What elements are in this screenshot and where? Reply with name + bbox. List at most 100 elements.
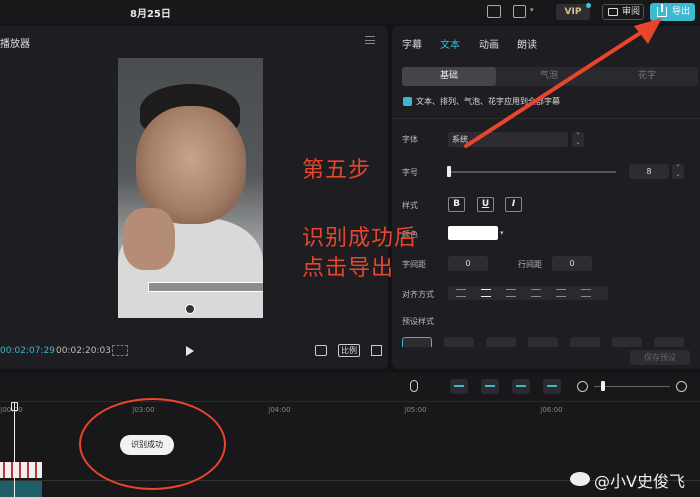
size-stepper-icon[interactable]: ⌃ ⌄ bbox=[672, 164, 684, 179]
notification-dot bbox=[586, 3, 591, 8]
microphone-icon[interactable] bbox=[410, 380, 418, 392]
size-slider-knob[interactable] bbox=[447, 166, 451, 177]
player-title: 播放器 bbox=[0, 39, 30, 50]
size-input[interactable]: 8 bbox=[629, 164, 669, 179]
char-spacing-input[interactable]: 0 bbox=[448, 256, 488, 271]
export-button[interactable]: 导出 bbox=[650, 3, 695, 21]
video-preview[interactable] bbox=[118, 58, 263, 318]
tab-subtitle[interactable]: 字幕 bbox=[402, 36, 422, 51]
tab-text[interactable]: 文本 bbox=[440, 36, 460, 51]
layout-icon[interactable] bbox=[513, 5, 526, 18]
size-slider[interactable] bbox=[448, 171, 616, 173]
underline-button[interactable]: U bbox=[477, 197, 494, 212]
weibo-logo-icon bbox=[570, 472, 590, 486]
font-stepper-icon[interactable]: ⌃ ⌄ bbox=[572, 132, 584, 147]
zoom-out-icon[interactable] bbox=[577, 381, 588, 392]
watermark: @小V史俊飞 bbox=[594, 472, 685, 491]
annotation-ellipse bbox=[79, 398, 226, 490]
chevron-down-icon[interactable]: ▾ bbox=[530, 6, 534, 14]
project-date: 8月25日 bbox=[130, 9, 171, 20]
review-icon bbox=[608, 8, 618, 16]
font-label: 字体 bbox=[402, 135, 418, 144]
export-label: 导出 bbox=[672, 7, 691, 17]
font-value: 系统 bbox=[452, 135, 468, 144]
align-vertical-top-icon[interactable] bbox=[531, 289, 541, 297]
style-label: 样式 bbox=[402, 201, 418, 210]
char-spacing-label: 字间距 bbox=[402, 260, 426, 269]
preset-list bbox=[402, 337, 698, 347]
keyboard-icon[interactable] bbox=[487, 5, 501, 18]
top-bar: 8月25日 ▾ VIP 审阅 导出 bbox=[0, 0, 700, 24]
ruler-tick: |04:00 bbox=[268, 406, 291, 414]
player-panel: 播放器 00:02:07:29 00:02:20:03 比例 bbox=[0, 26, 388, 369]
preview-axis-icon[interactable] bbox=[543, 379, 561, 394]
vip-badge[interactable]: VIP bbox=[556, 4, 590, 20]
annotation-line1: 识别成功后 bbox=[302, 226, 418, 251]
ruler-tick: |05:00 bbox=[404, 406, 427, 414]
app-window: { "topbar": { "date": "8月25日", "vip": "V… bbox=[0, 0, 700, 497]
menu-icon[interactable] bbox=[365, 36, 375, 44]
total-time: 00:02:20:03 bbox=[56, 346, 111, 356]
line-spacing-label: 行间距 bbox=[518, 260, 542, 269]
align-right-icon[interactable] bbox=[506, 289, 516, 297]
align-center-icon[interactable] bbox=[481, 289, 491, 297]
align-vertical-bottom-icon[interactable] bbox=[581, 289, 591, 297]
line-spacing-input[interactable]: 0 bbox=[552, 256, 592, 271]
apply-all-checkbox[interactable] bbox=[403, 97, 412, 106]
segment-basic[interactable]: 基础 bbox=[402, 67, 496, 86]
preset-item[interactable] bbox=[654, 337, 684, 347]
bold-button[interactable]: B bbox=[448, 197, 465, 212]
align-vertical-center-icon[interactable] bbox=[556, 289, 566, 297]
preset-item[interactable] bbox=[444, 337, 474, 347]
snap-icon[interactable] bbox=[481, 379, 499, 394]
ratio-button[interactable]: 比例 bbox=[338, 344, 360, 357]
audio-clip[interactable] bbox=[0, 481, 42, 497]
review-button[interactable]: 审阅 bbox=[602, 4, 644, 20]
chevron-down-icon[interactable]: ▾ bbox=[500, 226, 510, 240]
divider bbox=[392, 118, 700, 119]
video-clip[interactable] bbox=[0, 462, 42, 478]
timeline-toolbar bbox=[0, 373, 700, 401]
playhead[interactable] bbox=[14, 402, 15, 497]
italic-button[interactable]: I bbox=[505, 197, 522, 212]
tab-animation[interactable]: 动画 bbox=[479, 36, 499, 51]
align-label: 对齐方式 bbox=[402, 290, 434, 299]
ruler-tick: |06:00 bbox=[540, 406, 563, 414]
segment-fancy-text[interactable]: 花字 bbox=[600, 67, 694, 86]
review-label: 审阅 bbox=[622, 7, 641, 17]
preset-item[interactable] bbox=[402, 337, 432, 347]
text-panel: 字幕 文本 动画 朗读 基础 气泡 花字 文本、排列、气泡、花字应用到全部字幕 … bbox=[392, 26, 700, 369]
tab-read-aloud[interactable]: 朗读 bbox=[517, 36, 537, 51]
fullscreen-icon[interactable] bbox=[371, 345, 382, 356]
preset-item[interactable] bbox=[612, 337, 642, 347]
current-time: 00:02:07:29 bbox=[0, 346, 55, 356]
zoom-in-icon[interactable] bbox=[676, 381, 687, 392]
preset-item[interactable] bbox=[528, 337, 558, 347]
annotation-line2: 点击导出 bbox=[302, 256, 395, 281]
video-face bbox=[136, 106, 246, 224]
preset-item[interactable] bbox=[570, 337, 600, 347]
align-options bbox=[448, 286, 608, 300]
grid-icon[interactable] bbox=[112, 345, 128, 356]
subtitle-box[interactable] bbox=[148, 282, 263, 292]
style-segment: 基础 气泡 花字 bbox=[402, 67, 698, 86]
zoom-slider-knob[interactable] bbox=[601, 381, 605, 391]
save-preset-button[interactable]: 保存预设 bbox=[630, 350, 690, 365]
size-label: 字号 bbox=[402, 168, 418, 177]
annotation-step: 第五步 bbox=[302, 158, 372, 183]
segment-bubble[interactable]: 气泡 bbox=[502, 67, 596, 86]
export-icon bbox=[657, 4, 667, 17]
link-clips-icon[interactable] bbox=[512, 379, 530, 394]
font-select[interactable]: 系统 bbox=[448, 132, 568, 147]
preset-item[interactable] bbox=[486, 337, 516, 347]
align-left-icon[interactable] bbox=[456, 289, 466, 297]
video-hand bbox=[123, 208, 175, 270]
color-swatch[interactable] bbox=[448, 226, 498, 240]
rotate-icon[interactable] bbox=[185, 304, 195, 314]
zoom-slider[interactable] bbox=[594, 386, 670, 387]
preset-label: 预设样式 bbox=[402, 317, 434, 326]
focus-icon[interactable] bbox=[315, 345, 327, 356]
playhead-handle[interactable] bbox=[11, 402, 18, 411]
link-main-track-icon[interactable] bbox=[450, 379, 468, 394]
play-icon[interactable] bbox=[186, 346, 194, 356]
